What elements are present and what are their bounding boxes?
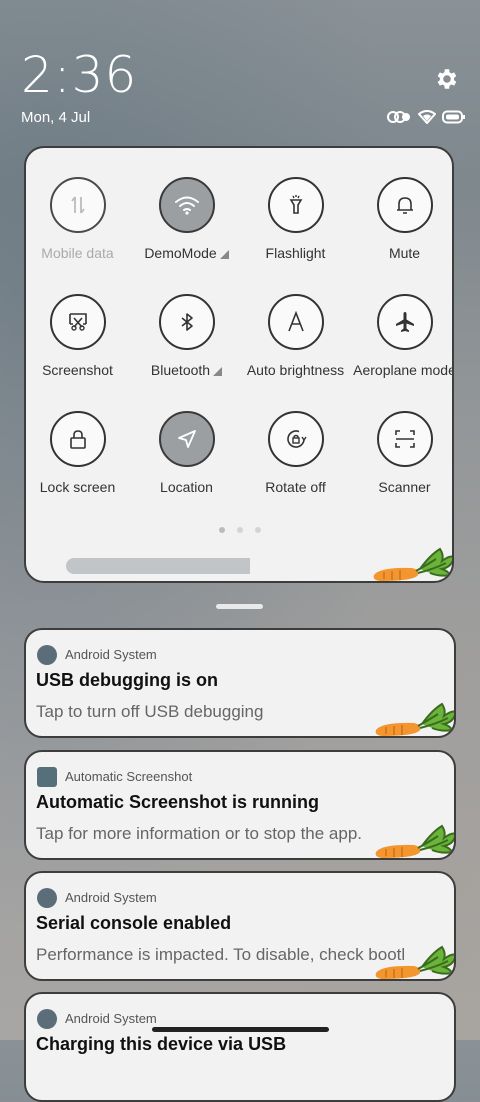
notification-app-name: Android System [65,1011,157,1026]
status-icons [386,110,466,124]
location-button[interactable] [158,411,215,467]
notification-app-name: Android System [65,890,157,905]
tile-label: Scanner [378,479,431,495]
screenshot-button[interactable] [49,294,106,350]
tile-flashlight[interactable]: Flashlight [241,177,350,261]
tile-location[interactable]: Location [132,411,241,495]
quick-settings-panel: Mobile data DemoMode Flashlight Mute Scr… [24,146,454,583]
tile-lock-screen[interactable]: Lock screen [26,411,132,495]
notification-app-name: Android System [65,647,157,662]
notification-serial-console[interactable]: Android System Serial console enabled Pe… [24,871,456,981]
tile-label: Mobile data [41,245,114,261]
auto-brightness-button[interactable] [267,294,324,350]
wifi-status-icon [418,110,436,124]
page-dot-active [219,527,225,533]
carrot-decoration-icon [373,547,452,581]
gesture-nav-bar[interactable] [152,1027,329,1032]
flashlight-button[interactable] [267,177,324,233]
mobile-data-icon [70,196,85,214]
airplane-icon [395,312,414,332]
page-dot [237,527,243,533]
screenshot-icon [68,313,87,331]
tile-mobile-data[interactable]: Mobile data [26,177,132,261]
tile-label: Mute [388,245,421,261]
demomode-button[interactable] [158,177,215,233]
tile-bluetooth[interactable]: Bluetooth [132,294,241,378]
scanner-button[interactable] [376,411,433,467]
notification-usb-debugging[interactable]: Android System USB debugging is on Tap t… [24,628,456,738]
tile-label: Rotate off [265,479,326,495]
notification-body: Tap for more information or to stop the … [36,824,363,843]
flashlight-icon [289,195,302,214]
tile-label: Location [160,479,213,495]
notification-title: USB debugging is on [36,670,218,690]
carrot-decoration-icon [375,945,454,979]
tile-auto-brightness[interactable]: Auto brightness [241,294,350,378]
carrot-decoration-icon [375,824,454,858]
drawer-handle[interactable] [216,604,263,609]
page-dot [255,527,261,533]
notification-title: Charging this device via USB [36,1034,287,1054]
android-system-icon [37,888,57,908]
notification-automatic-screenshot[interactable]: Automatic Screenshot Automatic Screensho… [24,750,456,860]
expand-triangle-icon [213,367,223,376]
tile-mute[interactable]: Mute [350,177,452,261]
notification-app-name: Automatic Screenshot [65,769,193,784]
tile-scanner[interactable]: Scanner [350,411,452,495]
location-icon [177,430,196,448]
notification-title: Automatic Screenshot is running [36,792,320,812]
mute-button[interactable] [376,177,433,233]
bell-icon [396,197,413,214]
page-indicator [219,527,261,533]
brightness-slider[interactable] [66,558,250,574]
tile-label: Flashlight [265,245,326,261]
tile-screenshot[interactable]: Screenshot [26,294,132,378]
rotate-off-button[interactable] [267,411,324,467]
carrot-decoration-icon [375,702,454,736]
notification-body: Tap to turn off USB debugging [36,702,264,721]
clock: 2:36 [21,46,138,104]
lock-icon [69,430,86,449]
mobile-data-button[interactable] [49,177,106,233]
aeroplane-button[interactable] [376,294,433,350]
bluetooth-icon [181,313,193,331]
settings-gear-icon[interactable] [433,66,459,92]
tile-label: Aeroplane mode [353,362,454,378]
tile-label: Lock screen [39,479,116,495]
automatic-screenshot-app-icon [37,767,57,787]
notification-body: Performance is impacted. To disable, che… [36,945,406,964]
tile-label: Screenshot [42,362,113,378]
tile-rotate-off[interactable]: Rotate off [241,411,350,495]
wifi-icon [174,196,199,215]
tile-label: Bluetooth [150,362,211,378]
android-system-icon [37,1009,57,1029]
signal-rings-icon [387,111,410,123]
tile-label: Auto brightness [246,362,345,378]
lock-screen-button[interactable] [49,411,106,467]
scanner-icon [394,430,415,448]
rotate-lock-icon [286,430,307,448]
date: Mon, 4 Jul [21,109,91,126]
tile-label: DemoMode [144,245,217,261]
battery-icon [442,110,465,124]
android-system-icon [37,645,57,665]
tile-aeroplane[interactable]: Aeroplane mode [350,294,454,378]
auto-brightness-icon [287,310,304,332]
tile-demomode[interactable]: DemoMode [132,177,241,261]
expand-triangle-icon [219,250,229,259]
bluetooth-button[interactable] [158,294,215,350]
notification-title: Serial console enabled [36,913,232,933]
notification-charging[interactable]: Android System Charging this device via … [24,992,456,1102]
